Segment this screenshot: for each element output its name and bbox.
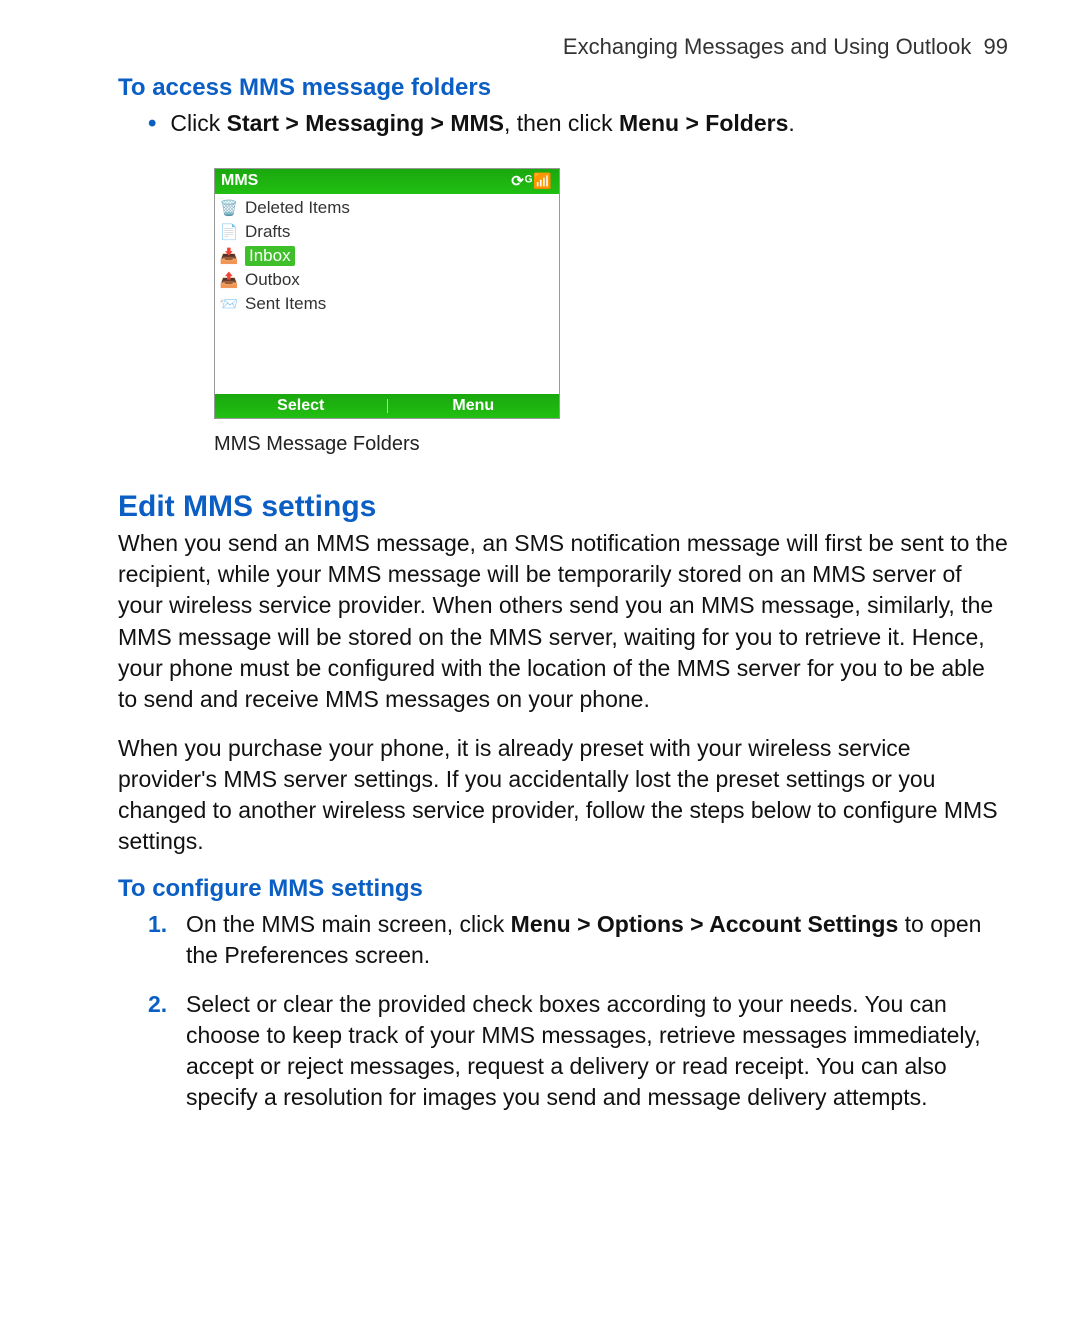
text: Select or clear the provided check boxes… [186,991,981,1110]
folder-icon: 📥 [219,247,239,265]
folder-label: Inbox [245,246,295,266]
bold-text: Menu > Folders [619,110,788,136]
folder-label: Outbox [245,270,300,290]
step-text: On the MMS main screen, click Menu > Opt… [186,909,1008,971]
step-item: 2.Select or clear the provided check box… [148,989,1008,1113]
step-number: 1. [148,909,178,971]
bullet-icon: • [148,108,156,140]
section-title: Exchanging Messages and Using Outlook [563,34,971,59]
running-header: Exchanging Messages and Using Outlook 99 [118,34,1008,60]
folder-icon: 📄 [219,223,239,241]
folder-row[interactable]: 📤 Outbox [215,268,559,292]
paragraph: When you send an MMS message, an SMS not… [118,528,1008,714]
step-text: Select or clear the provided check boxes… [186,989,1008,1113]
phone-folder-list: 🗑️ Deleted Items 📄 Drafts 📥 Inbox 📤 Outbox 📨 Sent… [215,194,559,394]
paragraph: When you purchase your phone, it is alre… [118,733,1008,857]
folder-row[interactable]: 📄 Drafts [215,220,559,244]
subheading-configure-mms: To configure MMS settings [118,875,1008,903]
folder-icon: 📨 [219,295,239,313]
bullet-text: Click Start > Messaging > MMS, then clic… [170,108,794,140]
heading-edit-mms: Edit MMS settings [118,490,1008,524]
step-number: 2. [148,989,178,1113]
phone-softkeys: Select Menu [215,394,559,418]
text: On the MMS main screen, click [186,911,511,937]
phone-titlebar: MMS ⟳ᴳ📶 [215,169,559,194]
ordered-steps: 1.On the MMS main screen, click Menu > O… [148,909,1008,1113]
folder-row[interactable]: 📨 Sent Items [215,292,559,316]
page-number: 99 [984,34,1008,59]
softkey-right[interactable]: Menu [388,397,560,415]
text: . [788,110,794,136]
bold-text: Menu > Options > Account Settings [511,911,899,937]
subheading-access-folders: To access MMS message folders [118,74,1008,102]
folder-label: Sent Items [245,294,326,314]
text: , then click [504,110,619,136]
folder-label: Deleted Items [245,198,350,218]
phone-screen: MMS ⟳ᴳ📶 🗑️ Deleted Items 📄 Drafts 📥 Inbox 📤 Out… [214,168,560,419]
bold-text: Start > Messaging > MMS [227,110,504,136]
figure-caption: MMS Message Folders [214,433,1008,456]
phone-screenshot: MMS ⟳ᴳ📶 🗑️ Deleted Items 📄 Drafts 📥 Inbox 📤 Out… [214,168,558,419]
folder-row[interactable]: 🗑️ Deleted Items [215,196,559,220]
page: Exchanging Messages and Using Outlook 99… [0,0,1080,1327]
folder-icon: 🗑️ [219,199,239,217]
folder-row[interactable]: 📥 Inbox [215,244,559,268]
text: Click [170,110,226,136]
softkey-left[interactable]: Select [215,397,387,415]
phone-app-title: MMS [221,172,258,190]
folder-label: Drafts [245,222,290,242]
bullet-item: • Click Start > Messaging > MMS, then cl… [148,108,1008,140]
step-item: 1.On the MMS main screen, click Menu > O… [148,909,1008,971]
folder-icon: 📤 [219,271,239,289]
status-icons: ⟳ᴳ📶 [511,172,553,190]
